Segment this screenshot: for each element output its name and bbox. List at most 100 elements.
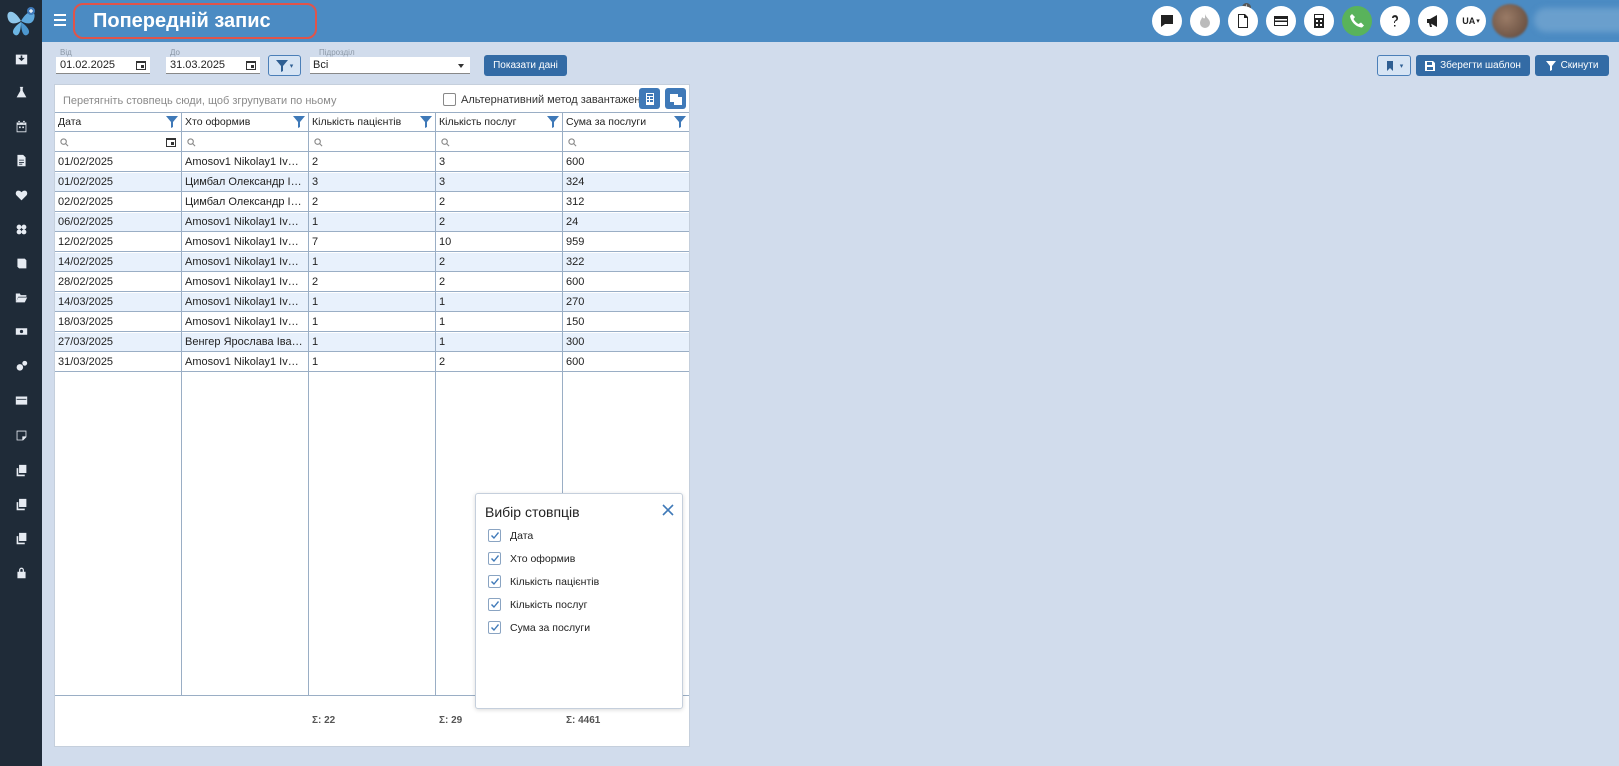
funnel-icon[interactable] (674, 116, 686, 128)
column-header-creator[interactable]: Хто оформив (182, 113, 308, 132)
calculator-icon[interactable] (1304, 6, 1334, 36)
funnel-icon (275, 59, 288, 72)
pdf-icon[interactable] (1228, 6, 1258, 36)
show-data-button[interactable]: Показати дані (484, 55, 567, 76)
table-row[interactable]: 14/03/2025 Amosov1 Nikolay1 Ivanovich1 1… (55, 293, 689, 312)
download-box-icon[interactable] (13, 51, 29, 67)
chevron-down-icon: ▾ (1399, 62, 1404, 70)
cell-date: 27/03/2025 (58, 336, 114, 348)
calendar-icon[interactable] (166, 137, 176, 147)
table-row[interactable]: 27/03/2025 Венгер Ярослава Іванівна 1 1 … (55, 333, 689, 352)
table-row[interactable]: 18/03/2025 Amosov1 Nikolay1 Ivanovich1 1… (55, 313, 689, 332)
butterfly-logo[interactable] (4, 4, 38, 38)
cell-sum: 24 (566, 216, 579, 228)
cell-sum: 959 (566, 236, 585, 248)
filter-cell-sum[interactable] (563, 133, 689, 152)
copy-icon[interactable] (13, 462, 29, 478)
cell-services: 2 (439, 216, 446, 228)
cell-services: 3 (439, 156, 446, 168)
table-row[interactable]: 01/02/2025 Amosov1 Nikolay1 Ivanovich1 2… (55, 153, 689, 172)
gears-icon[interactable] (13, 358, 29, 374)
cell-patients: 2 (312, 196, 319, 208)
table-row[interactable]: 31/03/2025 Amosov1 Nikolay1 Ivanovich1 1… (55, 353, 689, 372)
calendar-icon[interactable] (13, 118, 29, 134)
column-header-sum[interactable]: Сума за послуги (563, 113, 689, 132)
cell-date: 14/02/2025 (58, 256, 114, 268)
flame-icon[interactable] (1190, 6, 1220, 36)
close-icon[interactable] (662, 504, 674, 516)
to-date-input[interactable]: 31.03.2025 (166, 57, 260, 74)
cell-date: 01/02/2025 (58, 156, 114, 168)
cell-date: 28/02/2025 (58, 276, 114, 288)
from-date-input[interactable]: 01.02.2025 (56, 57, 150, 74)
alt-method-checkbox[interactable] (443, 93, 456, 106)
column-header-patients[interactable]: Кількість пацієнтів (309, 113, 435, 132)
table-row[interactable]: 02/02/2025 Цимбал Олександр Ігорович 2 2… (55, 193, 689, 212)
total-sum: Σ: 4461 (566, 715, 601, 726)
funnel-icon[interactable] (166, 116, 178, 128)
column-header-date[interactable]: Дата (55, 113, 181, 132)
help-icon[interactable] (1380, 6, 1410, 36)
table-row[interactable]: 06/02/2025 Amosov1 Nikolay1 Ivanovich1 1… (55, 213, 689, 232)
flask-icon[interactable] (13, 84, 29, 100)
column-chooser-button[interactable] (665, 88, 686, 109)
checkbox-checked[interactable] (488, 621, 501, 634)
reset-button[interactable]: Скинути (1535, 55, 1609, 76)
column-separator[interactable] (435, 112, 436, 695)
copy-icon[interactable] (13, 530, 29, 546)
cell-creator: Венгер Ярослава Іванівна (185, 336, 308, 348)
checkbox-checked[interactable] (488, 552, 501, 565)
heart-pulse-icon[interactable] (13, 187, 29, 203)
cell-patients: 1 (312, 316, 319, 328)
table-row[interactable]: 12/02/2025 Amosov1 Nikolay1 Ivanovich1 7… (55, 233, 689, 252)
filter-cell-patients[interactable] (309, 133, 435, 152)
calendar-icon[interactable] (136, 60, 146, 70)
table-row[interactable]: 14/02/2025 Amosov1 Nikolay1 Ivanovich1 1… (55, 253, 689, 272)
checkbox-checked[interactable] (488, 529, 501, 542)
filter-dropdown-button[interactable]: ▾ (268, 55, 301, 76)
checkbox-checked[interactable] (488, 598, 501, 611)
avatar[interactable] (1492, 4, 1528, 38)
division-select[interactable]: Всі (310, 57, 470, 74)
phone-icon[interactable] (1342, 6, 1372, 36)
export-excel-button[interactable] (639, 88, 660, 109)
cell-services: 2 (439, 256, 446, 268)
user-name-blurred[interactable] (1534, 8, 1619, 32)
sticky-note-icon[interactable] (13, 427, 29, 443)
column-separator[interactable] (308, 112, 309, 695)
alt-method-label[interactable]: Альтернативний метод завантаження (461, 94, 652, 106)
book-icon[interactable] (13, 255, 29, 271)
bookmark-dropdown-button[interactable]: ▾ (1377, 55, 1411, 76)
credit-card-icon[interactable] (1266, 6, 1296, 36)
copy-icon[interactable] (13, 496, 29, 512)
column-separator[interactable] (181, 112, 182, 695)
calendar-icon[interactable] (246, 60, 256, 70)
molecule-icon[interactable] (13, 221, 29, 237)
hamburger-menu-icon[interactable] (54, 14, 66, 26)
from-date-label: Від (60, 48, 72, 57)
card-list-icon[interactable] (13, 392, 29, 408)
document-icon[interactable] (13, 152, 29, 168)
filter-cell-creator[interactable] (182, 133, 308, 152)
folder-open-icon[interactable] (13, 289, 29, 305)
table-row[interactable]: 01/02/2025 Цимбал Олександр Ігорович 3 3… (55, 173, 689, 192)
cell-services: 1 (439, 316, 446, 328)
funnel-icon[interactable] (293, 116, 305, 128)
filter-cell-date[interactable] (55, 133, 181, 152)
spreadsheet-icon (645, 92, 654, 105)
save-template-button[interactable]: Зберегти шаблон (1416, 55, 1530, 76)
chat-icon[interactable] (1152, 6, 1182, 36)
checkbox-checked[interactable] (488, 575, 501, 588)
header-top-border (55, 112, 689, 113)
funnel-icon[interactable] (547, 116, 559, 128)
cell-date: 02/02/2025 (58, 196, 114, 208)
megaphone-icon[interactable] (1418, 6, 1448, 36)
lock-icon[interactable] (13, 564, 29, 580)
filter-cell-services[interactable] (436, 133, 562, 152)
group-panel-hint[interactable]: Перетягніть стовпець сюди, щоб згрупуват… (63, 95, 336, 107)
funnel-icon[interactable] (420, 116, 432, 128)
table-row[interactable]: 28/02/2025 Amosov1 Nikolay1 Ivanovich1 2… (55, 273, 689, 292)
money-icon[interactable] (13, 323, 29, 339)
language-selector[interactable]: UA ▾ (1456, 6, 1486, 36)
column-header-services[interactable]: Кількість послуг (436, 113, 562, 132)
